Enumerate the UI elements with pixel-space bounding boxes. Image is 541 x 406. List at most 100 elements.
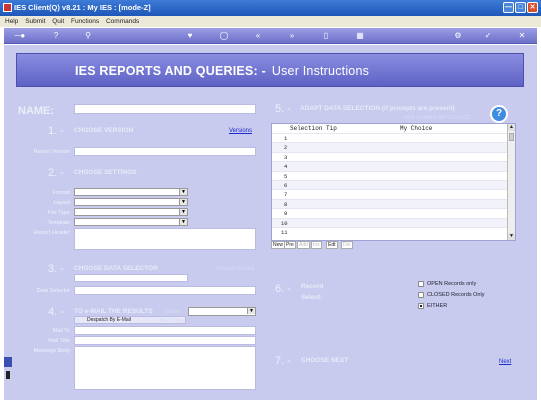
close-window-button[interactable]: ✕ xyxy=(527,2,538,13)
data-selector-field[interactable] xyxy=(74,286,256,295)
mail-title-label: Mail Title xyxy=(48,338,70,344)
forward-icon[interactable]: » xyxy=(286,31,298,41)
close-icon[interactable]: ✕ xyxy=(516,31,528,41)
mail-to-field[interactable] xyxy=(74,326,256,335)
table-row[interactable]: 10 xyxy=(272,217,508,227)
report-version-field[interactable] xyxy=(74,147,256,156)
menu-quit[interactable]: Quit xyxy=(52,16,64,27)
table-row[interactable]: 11 xyxy=(272,227,508,236)
key-icon[interactable]: ─● xyxy=(10,31,30,41)
layout-select[interactable]: ▼ xyxy=(74,198,188,206)
status-select[interactable]: ▼ xyxy=(188,307,256,316)
menu-help[interactable]: Help xyxy=(5,16,18,27)
ins-button[interactable]: Ins xyxy=(311,241,322,249)
file-type-select[interactable]: ▼ xyxy=(74,208,188,216)
open-records-label: OPEN Records only xyxy=(427,281,477,287)
report-header-textarea[interactable] xyxy=(74,228,256,250)
chevron-down-icon: ▼ xyxy=(179,189,187,195)
table-row[interactable]: 8 xyxy=(272,198,508,209)
side-panel-icon[interactable] xyxy=(4,357,12,367)
tools-icon[interactable]: ⚙ xyxy=(452,31,464,41)
grid-scrollbar[interactable]: ▲ ▼ xyxy=(507,124,515,240)
menu-functions[interactable]: Functions xyxy=(71,16,99,27)
table-row[interactable]: 9 xyxy=(272,208,508,217)
table-row[interactable]: 3 xyxy=(272,151,508,161)
step7-number: 7. - xyxy=(275,355,291,367)
menu-commands[interactable]: Commands xyxy=(106,16,139,27)
scroll-down-icon[interactable]: ▼ xyxy=(508,233,515,240)
scroll-thumb[interactable] xyxy=(509,133,514,141)
name-input[interactable] xyxy=(74,104,256,114)
edt-button[interactable]: Edt xyxy=(326,241,338,249)
table-row[interactable]: 7 xyxy=(272,189,508,198)
message-body-label: Message Body xyxy=(33,348,70,354)
message-body-textarea[interactable] xyxy=(74,346,256,390)
selector-stored-link[interactable]: Selector Stored xyxy=(216,266,254,272)
report-header-label: Report Header xyxy=(33,230,70,236)
step1-title: CHOOSE VERSION xyxy=(74,127,134,134)
select-label: Select: xyxy=(301,294,323,301)
search-icon[interactable]: ⚲ xyxy=(82,31,94,41)
file-type-label: File Type xyxy=(47,210,70,216)
grid-icon[interactable]: ▦ xyxy=(354,31,366,41)
app-icon xyxy=(3,3,12,12)
layout-label: Layout xyxy=(53,200,70,206)
table-row[interactable]: 6 xyxy=(272,180,508,190)
heart-icon[interactable]: ♥ xyxy=(184,31,196,41)
help-icon[interactable]: ? xyxy=(50,31,62,41)
step5-hint: click to define MY CHOICE xyxy=(404,115,470,121)
open-records-radio[interactable] xyxy=(418,281,424,287)
mail-title-field[interactable] xyxy=(74,336,256,345)
chevron-down-icon: ▼ xyxy=(179,199,187,205)
template-label: Template xyxy=(47,220,70,226)
step3-title: CHOOSE DATA SELECTOR xyxy=(74,265,158,272)
selector-field-top[interactable] xyxy=(74,274,188,282)
chevron-down-icon: ▼ xyxy=(247,308,255,314)
selection-tip-header: Selection Tip xyxy=(290,125,337,132)
versions-link[interactable]: Versions xyxy=(229,128,252,134)
status-label: Status xyxy=(164,309,180,315)
either-radio[interactable] xyxy=(418,303,424,309)
closed-records-label: CLOSED Records Only xyxy=(427,292,485,298)
page-subtitle: User Instructions xyxy=(271,64,370,78)
page-banner: IES REPORTS AND QUERIES: - User Instructi… xyxy=(16,53,524,87)
table-row[interactable]: 4 xyxy=(272,161,508,171)
new-button[interactable]: New xyxy=(271,241,286,249)
menu-bar: Help Submit Quit Functions Commands xyxy=(0,16,541,27)
menu-submit[interactable]: Submit xyxy=(25,16,45,27)
step6-number: 6. - xyxy=(275,283,291,295)
next-link[interactable]: Next xyxy=(499,359,511,365)
del-button[interactable]: Del xyxy=(341,241,353,249)
table-row[interactable]: 2 xyxy=(272,142,508,152)
step2-number: 2. - xyxy=(48,167,64,179)
chevron-down-icon: ▼ xyxy=(179,209,187,215)
record-label: Record xyxy=(301,283,324,290)
step5-number: 5. - xyxy=(275,103,291,115)
title-bar: IES Client(Q) v8.21 : My IES : [mode-Z] … xyxy=(0,0,541,16)
either-label: EITHER xyxy=(427,303,448,309)
toolbar: ─● ? ⚲ ♥ ◯ « » ▯ ▦ ⚙ ✓ ✕ xyxy=(4,28,537,44)
main-panel: IES REPORTS AND QUERIES: - User Instructi… xyxy=(4,45,537,400)
add-button[interactable]: Add xyxy=(297,241,310,249)
scroll-up-icon[interactable]: ▲ xyxy=(508,124,515,131)
grid-header: Selection Tip My Choice xyxy=(272,124,508,133)
side-info-icon[interactable] xyxy=(6,371,10,379)
data-selector-label: Data Selector xyxy=(36,288,70,294)
format-label: Format xyxy=(52,190,70,196)
step4-title: TO e-MAIL THE RESULTS xyxy=(74,308,153,315)
template-select[interactable]: ▼ xyxy=(74,218,188,226)
closed-records-radio[interactable] xyxy=(418,292,424,298)
clock-icon[interactable]: ◯ xyxy=(218,31,230,41)
minimize-button[interactable]: — xyxy=(503,2,514,13)
clipboard-icon[interactable]: ▯ xyxy=(320,31,332,41)
table-row[interactable]: 1 xyxy=(272,133,508,142)
pre-button[interactable]: Pre xyxy=(284,241,296,249)
step4-number: 4. - xyxy=(48,306,64,318)
check-icon[interactable]: ✓ xyxy=(482,31,494,41)
format-select[interactable]: ▼ xyxy=(74,188,188,196)
table-row[interactable]: 5 xyxy=(272,170,508,180)
help-circle-icon[interactable]: ? xyxy=(490,105,508,123)
maximize-button[interactable]: □ xyxy=(515,2,526,13)
rewind-icon[interactable]: « xyxy=(252,31,264,41)
mail-to-label: Mail To xyxy=(52,328,70,334)
